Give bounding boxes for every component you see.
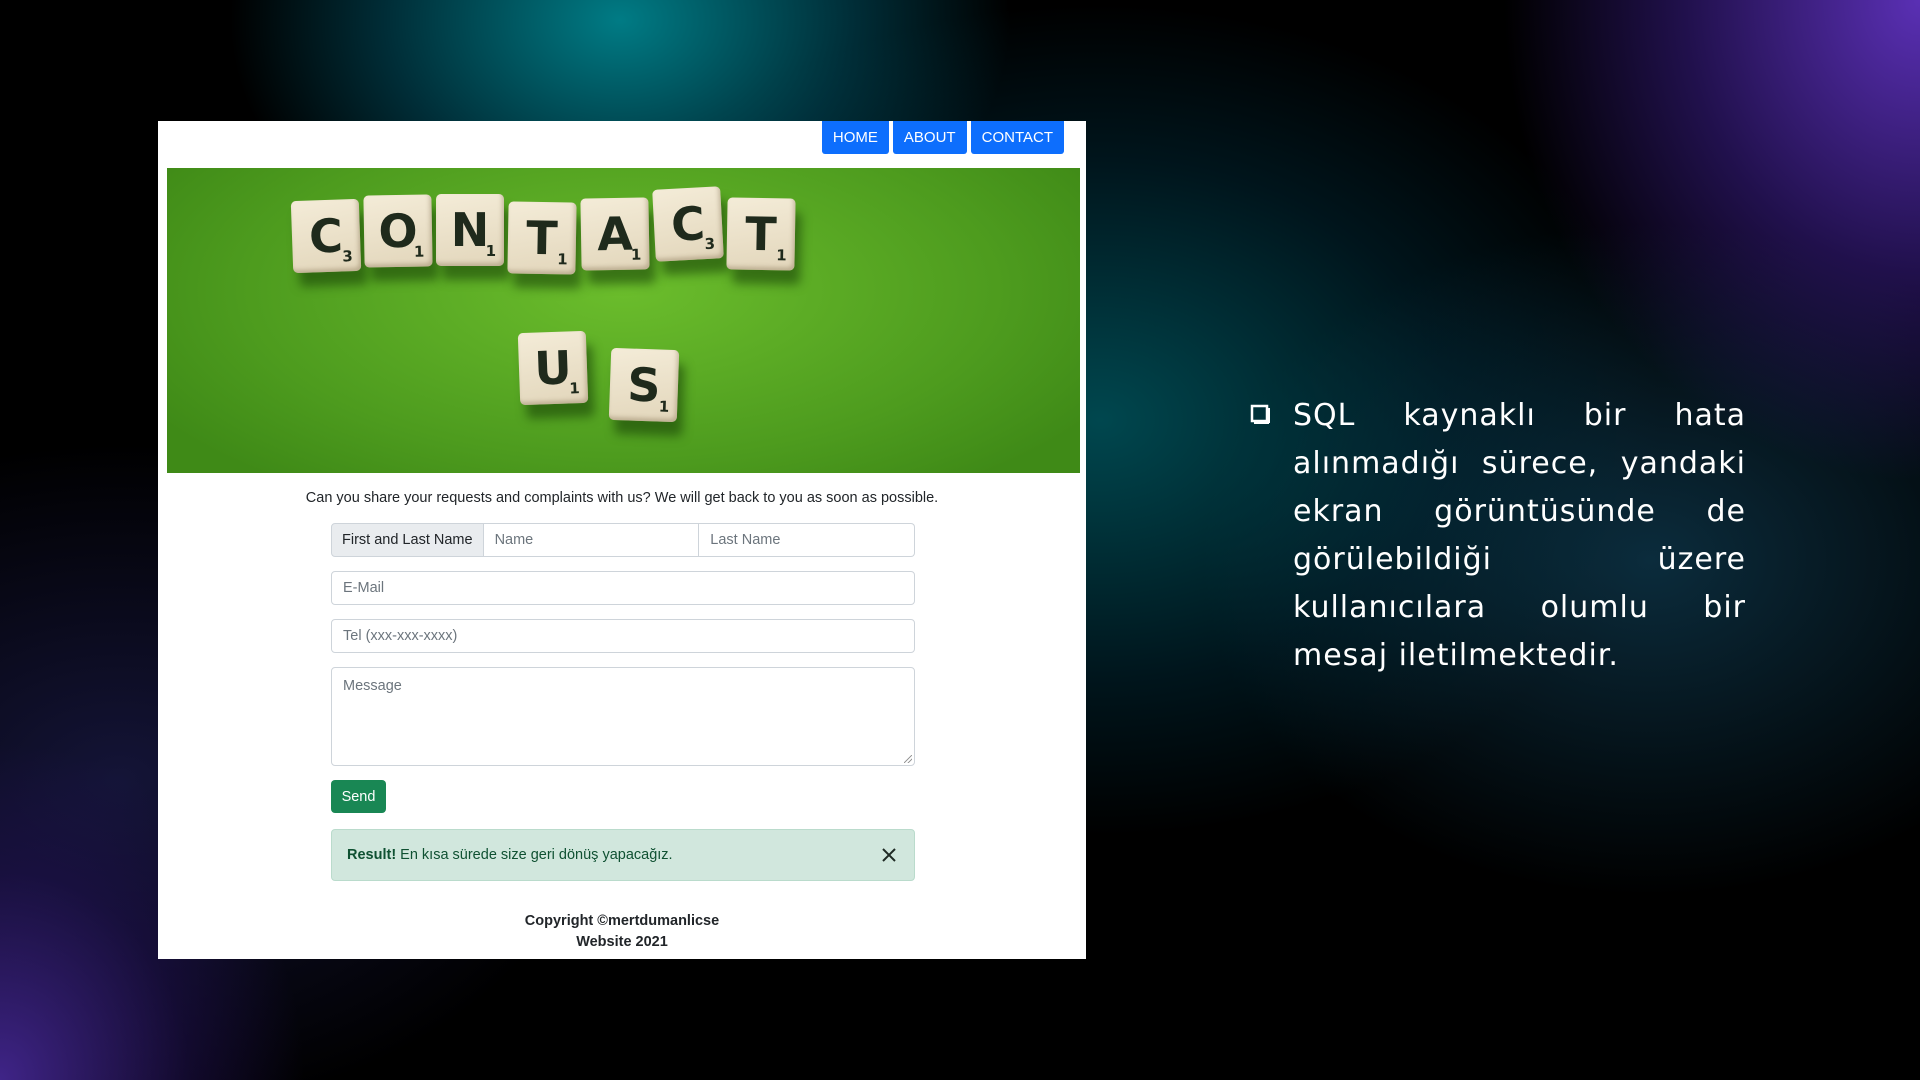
close-icon[interactable] bbox=[878, 844, 900, 866]
checkbox-bullet-icon bbox=[1250, 404, 1270, 424]
send-button[interactable]: Send bbox=[331, 780, 386, 813]
slide-bullet: SQL kaynaklı bir hata alınmadığı sürece,… bbox=[1250, 392, 1746, 680]
contact-us-hero-image: C3 O1 N1 T1 A1 C3 T1 U1 S1 bbox=[167, 168, 1080, 473]
nav-about-button[interactable]: ABOUT bbox=[892, 121, 967, 154]
tel-input[interactable]: Tel (xxx-xxx-xxxx) bbox=[331, 619, 915, 653]
name-input-group: First and Last Name Name Last Name bbox=[331, 523, 915, 557]
letter-tile: C3 bbox=[290, 198, 362, 274]
success-alert: Result! En kısa sürede size geri dönüş y… bbox=[331, 829, 915, 881]
footer-year: Website 2021 bbox=[576, 934, 668, 950]
nav-contact-button[interactable]: CONTACT bbox=[970, 121, 1064, 154]
navbar: HOME ABOUT CONTACT bbox=[821, 121, 1064, 154]
email-input[interactable]: E-Mail bbox=[331, 571, 915, 605]
letter-tile: C3 bbox=[652, 186, 724, 262]
message-textarea[interactable]: Message bbox=[331, 667, 915, 766]
letter-tile: T1 bbox=[507, 201, 577, 275]
letter-tile: N1 bbox=[436, 194, 504, 266]
letter-tile: T1 bbox=[726, 197, 796, 271]
letter-tile: A1 bbox=[580, 197, 650, 271]
intro-text: Can you share your requests and complain… bbox=[305, 490, 939, 506]
letter-tile: U1 bbox=[517, 330, 589, 406]
message-placeholder: Message bbox=[343, 678, 402, 694]
footer: Copyright ©mertdumanlicse Website 2021 bbox=[158, 911, 1086, 953]
letter-tile: S1 bbox=[608, 347, 680, 423]
letter-tile: O1 bbox=[363, 194, 433, 268]
resize-handle-icon[interactable] bbox=[904, 755, 912, 763]
footer-copyright: Copyright ©mertdumanlicse bbox=[524, 913, 720, 929]
last-name-input[interactable]: Last Name bbox=[699, 523, 915, 557]
nav-home-button[interactable]: HOME bbox=[821, 121, 889, 154]
first-name-input[interactable]: Name bbox=[483, 523, 700, 557]
alert-message: En kısa sürede size geri dönüş yapacağız… bbox=[400, 847, 673, 863]
alert-title: Result! bbox=[347, 847, 397, 863]
slide-bullet-text: SQL kaynaklı bir hata alınmadığı sürece,… bbox=[1293, 398, 1746, 673]
contact-form: First and Last Name Name Last Name E-Mai… bbox=[331, 523, 915, 881]
website-screenshot: HOME ABOUT CONTACT C3 O1 N1 T1 A1 C3 T1 … bbox=[158, 121, 1086, 959]
name-group-label: First and Last Name bbox=[331, 523, 484, 557]
